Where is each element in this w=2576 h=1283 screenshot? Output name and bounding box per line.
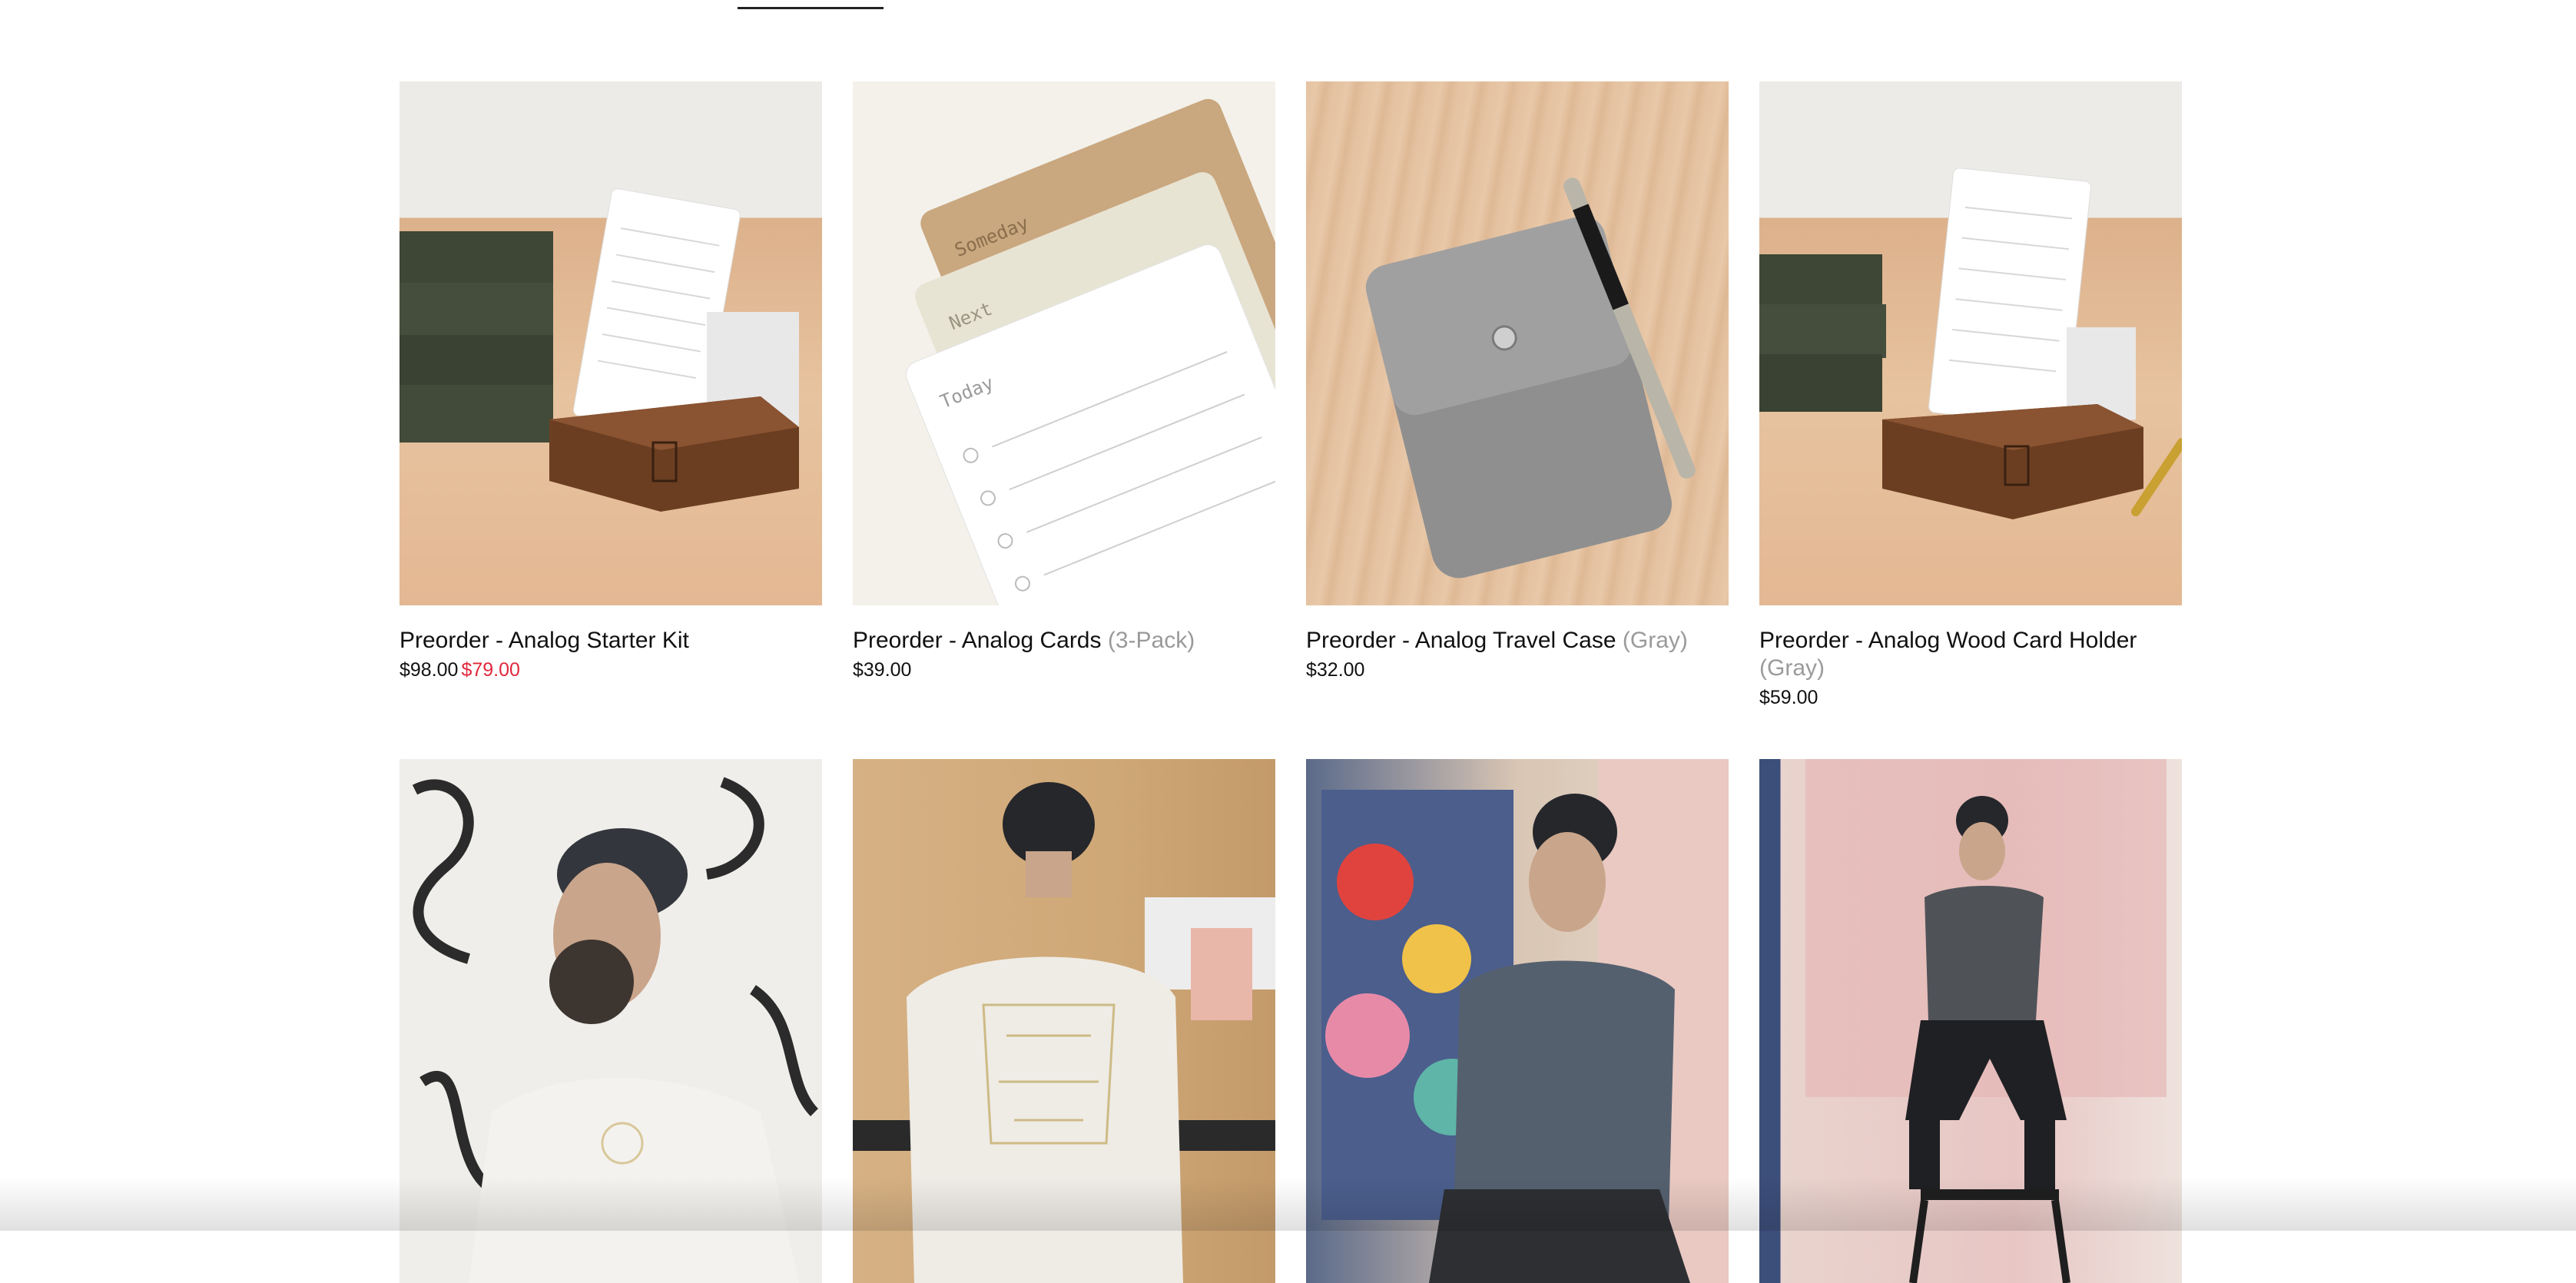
product-name[interactable]: Preorder - Analog Wood Card Holder xyxy=(1759,628,2137,653)
product-card-analog-cards[interactable]: Someday Next Today Preorder - Analog Car… xyxy=(853,81,1275,759)
product-card-white-tee-back[interactable] xyxy=(853,759,1275,1283)
sale-price: $79.00 xyxy=(461,659,520,681)
product-price: $39.00 xyxy=(853,658,1275,682)
product-title[interactable]: Preorder - Analog Cards (3-Pack) xyxy=(853,627,1275,655)
product-image-white-tee-model[interactable] xyxy=(399,759,822,1283)
product-name[interactable]: Preorder - Analog Starter Kit xyxy=(399,628,689,653)
product-title[interactable]: Preorder - Analog Wood Card Holder (Gray… xyxy=(1759,627,2182,682)
product-variant: (3-Pack) xyxy=(1107,628,1195,653)
product-image-gray-tee-seated[interactable] xyxy=(1306,759,1729,1283)
regular-price: $32.00 xyxy=(1306,659,1365,681)
product-grid: Preorder - Analog Starter Kit $98.00 $79.… xyxy=(399,81,2183,1283)
product-image-gray-tee-stool[interactable] xyxy=(1759,759,2182,1283)
product-variant: (Gray) xyxy=(1759,655,1825,681)
product-price: $59.00 xyxy=(1759,685,2182,710)
product-image-analog-wood-card-holder[interactable] xyxy=(1759,81,2182,605)
product-card-analog-starter-kit[interactable]: Preorder - Analog Starter Kit $98.00 $79.… xyxy=(399,81,822,759)
regular-price: $39.00 xyxy=(853,659,912,681)
active-tab-underline xyxy=(738,7,884,9)
regular-price: $98.00 xyxy=(399,659,459,681)
product-title[interactable]: Preorder - Analog Travel Case (Gray) xyxy=(1306,627,1729,655)
product-title[interactable]: Preorder - Analog Starter Kit xyxy=(399,627,822,655)
product-variant: (Gray) xyxy=(1622,628,1688,653)
product-name[interactable]: Preorder - Analog Travel Case xyxy=(1306,628,1616,653)
product-image-white-tee-back[interactable] xyxy=(853,759,1275,1283)
product-name[interactable]: Preorder - Analog Cards xyxy=(853,628,1102,653)
product-price: $32.00 xyxy=(1306,658,1729,682)
product-card-gray-tee-seated[interactable] xyxy=(1306,759,1729,1283)
product-image-analog-travel-case[interactable] xyxy=(1306,81,1729,605)
product-price: $98.00 $79.00 xyxy=(399,658,822,682)
product-card-analog-wood-card-holder[interactable]: Preorder - Analog Wood Card Holder (Gray… xyxy=(1759,81,2182,759)
regular-price: $59.00 xyxy=(1759,687,1818,708)
product-card-analog-travel-case[interactable]: Preorder - Analog Travel Case (Gray) $32… xyxy=(1306,81,1729,759)
product-image-analog-starter-kit[interactable] xyxy=(399,81,822,605)
product-image-analog-cards[interactable]: Someday Next Today xyxy=(853,81,1275,605)
product-card-gray-tee-stool[interactable] xyxy=(1759,759,2182,1283)
product-card-white-tee-model[interactable] xyxy=(399,759,822,1283)
